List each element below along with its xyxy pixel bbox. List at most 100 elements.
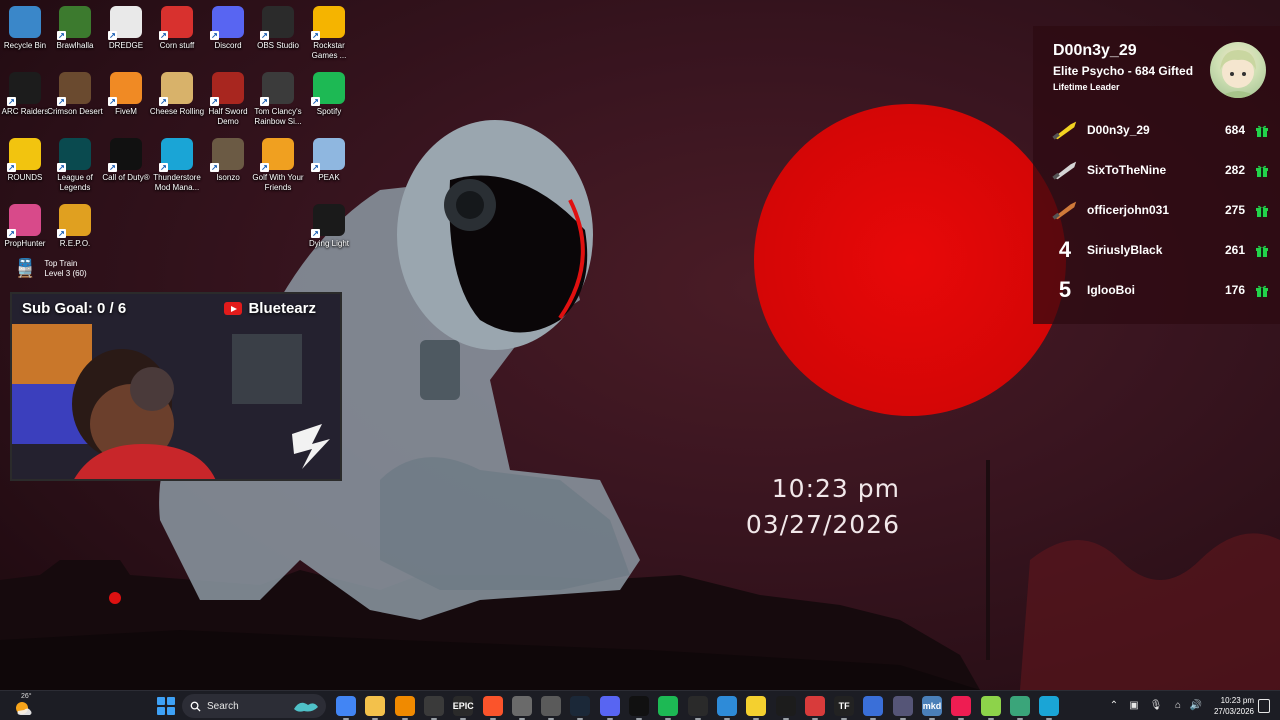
- taskbar-app-label: TF: [838, 701, 850, 711]
- start-button[interactable]: [157, 697, 175, 715]
- shortcut-arrow-icon: ↗: [311, 31, 320, 40]
- notification-icon[interactable]: [1258, 699, 1270, 713]
- chat-icon[interactable]: [980, 696, 1001, 720]
- tiktok-icon[interactable]: [951, 696, 972, 720]
- medal-icon[interactable]: [804, 696, 825, 720]
- desktop-shortcut[interactable]: ↗ Tom Clancy's Rainbow Si...: [253, 72, 303, 126]
- prophunter-icon: ↗: [7, 204, 41, 238]
- sticky-notes-icon[interactable]: [746, 696, 767, 720]
- tray-app-icon[interactable]: ▣: [1127, 699, 1141, 713]
- desktop-shortcut[interactable]: ↗ ARC Raiders: [0, 72, 50, 117]
- desktop-shortcut[interactable]: Recycle Bin: [0, 6, 50, 51]
- desktop-shortcut[interactable]: ↗ Golf With Your Friends: [252, 138, 304, 192]
- desktop-shortcut[interactable]: ↗ Isonzo: [203, 138, 253, 183]
- chrome-icon[interactable]: [336, 696, 356, 720]
- vlc-icon[interactable]: [394, 696, 415, 720]
- shortcut-arrow-icon: ↗: [57, 31, 66, 40]
- file-explorer-icon[interactable]: [365, 696, 386, 720]
- dying-light-icon: ↗: [311, 204, 345, 238]
- search-placeholder: Search: [207, 700, 239, 712]
- desktop-shortcut[interactable]: ↗ Discord: [203, 6, 253, 51]
- shortcut-arrow-icon: ↗: [159, 31, 168, 40]
- game-bar-icon[interactable]: [775, 696, 796, 720]
- taskbar-clock[interactable]: 10:23 pm 27/03/2026: [1206, 695, 1254, 717]
- weather-widget[interactable]: 26°: [12, 693, 34, 717]
- leaderboard-user: SixToTheNine: [1087, 163, 1167, 177]
- capcut-icon[interactable]: [629, 696, 649, 720]
- desktop-shortcut[interactable]: ↗ Cheese Rolling: [150, 72, 204, 117]
- davinci-icon[interactable]: [541, 696, 562, 720]
- desktop-shortcut[interactable]: ↗ DREDGE: [101, 6, 151, 51]
- webcam-feed: [12, 294, 340, 479]
- desktop-shortcut[interactable]: ↗ R.E.P.O.: [50, 204, 100, 249]
- search-icon: [190, 701, 201, 712]
- bronze-knife-icon: [1051, 200, 1079, 220]
- gold-knife-icon: [1051, 120, 1079, 140]
- obs-icon[interactable]: [423, 696, 444, 720]
- thunderstore-tb-icon[interactable]: [1039, 696, 1060, 720]
- shortcut-arrow-icon: ↗: [311, 229, 320, 238]
- desktop-shortcut[interactable]: ↗ PropHunter: [0, 204, 50, 249]
- spotify-tb-icon[interactable]: [658, 696, 679, 720]
- channel-name: Bluetearz: [248, 300, 316, 317]
- weather-temp: 26°: [21, 693, 32, 700]
- top-train-level: Level 3 (60): [44, 268, 87, 278]
- desktop-shortcut-label: ARC Raiders: [1, 107, 49, 116]
- desktop-shortcut[interactable]: ↗ Spotify: [304, 72, 354, 117]
- desktop-shortcut-label: Recycle Bin: [3, 41, 47, 50]
- brave-icon[interactable]: [482, 696, 503, 720]
- mkd-icon[interactable]: mkd: [922, 696, 942, 720]
- network-icon[interactable]: ⌂: [1171, 699, 1185, 713]
- taskbar-app-label: mkd: [922, 701, 942, 711]
- shortcut-arrow-icon: ↗: [260, 97, 269, 106]
- speedometer-icon[interactable]: [687, 696, 708, 720]
- photos-icon[interactable]: [716, 696, 737, 720]
- deckhub-icon[interactable]: [863, 696, 884, 720]
- desktop-shortcut[interactable]: ↗ Call of Duty®: [101, 138, 151, 183]
- shortcut-arrow-icon: ↗: [7, 229, 16, 238]
- webcam-overlay: Sub Goal: 0 / 6 Bluetearz: [10, 292, 342, 481]
- notepad-icon[interactable]: [511, 696, 532, 720]
- peak-icon: ↗: [311, 138, 345, 172]
- controller-icon[interactable]: [892, 696, 913, 720]
- desktop-shortcut-label: R.E.P.O.: [59, 239, 91, 248]
- leader-subtitle: Elite Psycho - 684 Gifted: [1053, 64, 1194, 78]
- desktop-shortcut[interactable]: ↗ League of Legends: [50, 138, 100, 192]
- desktop-shortcut[interactable]: ↗ Dying Light: [304, 204, 354, 249]
- desktop-shortcut[interactable]: ↗ FiveM: [101, 72, 151, 117]
- shortcut-arrow-icon: ↗: [260, 163, 269, 172]
- epic-games-icon[interactable]: EPIC: [452, 696, 474, 720]
- microphone-icon[interactable]: 🎙: [1149, 699, 1163, 713]
- desktop-shortcut[interactable]: ↗ Crimson Desert: [47, 72, 103, 117]
- desktop-shortcut-label: Crimson Desert: [47, 107, 103, 116]
- desktop-shortcut[interactable]: ↗ Half Sword Demo: [203, 72, 253, 126]
- app-manager-icon[interactable]: [1009, 696, 1030, 720]
- desktop-shortcut[interactable]: ↗ Brawlhalla: [50, 6, 100, 51]
- desktop-shortcut[interactable]: ↗ Rockstar Games ...: [304, 6, 354, 60]
- red-sun: [754, 104, 1066, 416]
- taskbar-search[interactable]: Search: [182, 694, 326, 718]
- desktop-shortcut[interactable]: ↗ PEAK: [304, 138, 354, 183]
- silver-knife-icon: [1051, 160, 1079, 180]
- desktop-shortcut-label: Tom Clancy's Rainbow Si...: [254, 107, 302, 126]
- leaderboard-count: 282: [1224, 163, 1245, 177]
- half-sword-demo-icon: ↗: [210, 72, 244, 106]
- desktop-shortcut[interactable]: ↗ Thunderstore Mod Mana...: [152, 138, 202, 192]
- steam-icon[interactable]: [570, 696, 591, 720]
- arc-raiders-icon: ↗: [7, 72, 41, 106]
- desktop-shortcut[interactable]: ↗ Corn stuff: [152, 6, 202, 51]
- chevron-up-icon[interactable]: ⌃: [1107, 699, 1121, 713]
- youtube-icon: [224, 302, 243, 315]
- tf-icon[interactable]: TF: [834, 696, 855, 720]
- shortcut-arrow-icon: ↗: [260, 31, 269, 40]
- volume-icon[interactable]: 🔊: [1189, 699, 1203, 713]
- desktop-clock-time: 10:23 pm: [771, 474, 900, 503]
- taskbar-app-label: EPIC: [452, 701, 474, 711]
- avatar: [1210, 42, 1266, 98]
- taskbar-time: 10:23 pm: [1220, 696, 1254, 705]
- taskbar-date: 27/03/2026: [1213, 707, 1254, 716]
- desktop-shortcut[interactable]: ↗ OBS Studio: [253, 6, 303, 51]
- desktop-shortcut-label: Half Sword Demo: [208, 107, 248, 126]
- desktop-shortcut[interactable]: ↗ ROUNDS: [0, 138, 50, 183]
- discord-tb-icon[interactable]: [599, 696, 620, 720]
